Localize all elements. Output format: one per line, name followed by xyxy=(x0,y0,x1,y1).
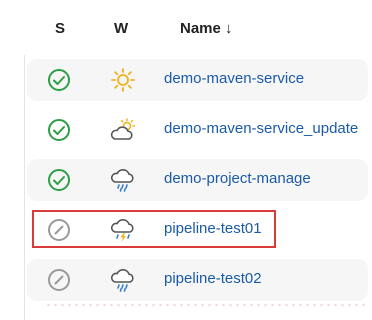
job-table-header: S W Name ↓ xyxy=(0,0,372,60)
check-circle-icon xyxy=(48,169,70,191)
table-row: demo-maven-service xyxy=(25,55,370,105)
decorative-divider xyxy=(45,303,365,307)
highlight-box xyxy=(32,210,276,248)
partly-cloudy-icon xyxy=(110,118,136,140)
job-link[interactable]: pipeline-test02 xyxy=(164,270,262,287)
job-table: demo-maven-service demo-maven-service_up… xyxy=(24,55,370,320)
table-row: pipeline-test02 xyxy=(25,255,370,305)
name-column-header[interactable]: Name ↓ xyxy=(180,20,233,37)
check-circle-icon xyxy=(48,69,70,91)
job-link[interactable]: demo-project-manage xyxy=(164,170,311,187)
job-link[interactable]: demo-maven-service xyxy=(164,70,304,87)
table-row: demo-maven-service_update xyxy=(25,105,370,155)
check-circle-icon xyxy=(48,119,70,141)
disabled-circle-icon xyxy=(48,269,70,291)
weather-column-header[interactable]: W xyxy=(114,20,128,37)
rain-cloud-icon xyxy=(111,168,134,192)
status-column-header[interactable]: S xyxy=(55,20,65,37)
sun-icon xyxy=(111,68,135,92)
rain-cloud-icon xyxy=(111,268,134,292)
job-link[interactable]: demo-maven-service_update xyxy=(164,120,358,137)
table-row: demo-project-manage xyxy=(25,155,370,205)
